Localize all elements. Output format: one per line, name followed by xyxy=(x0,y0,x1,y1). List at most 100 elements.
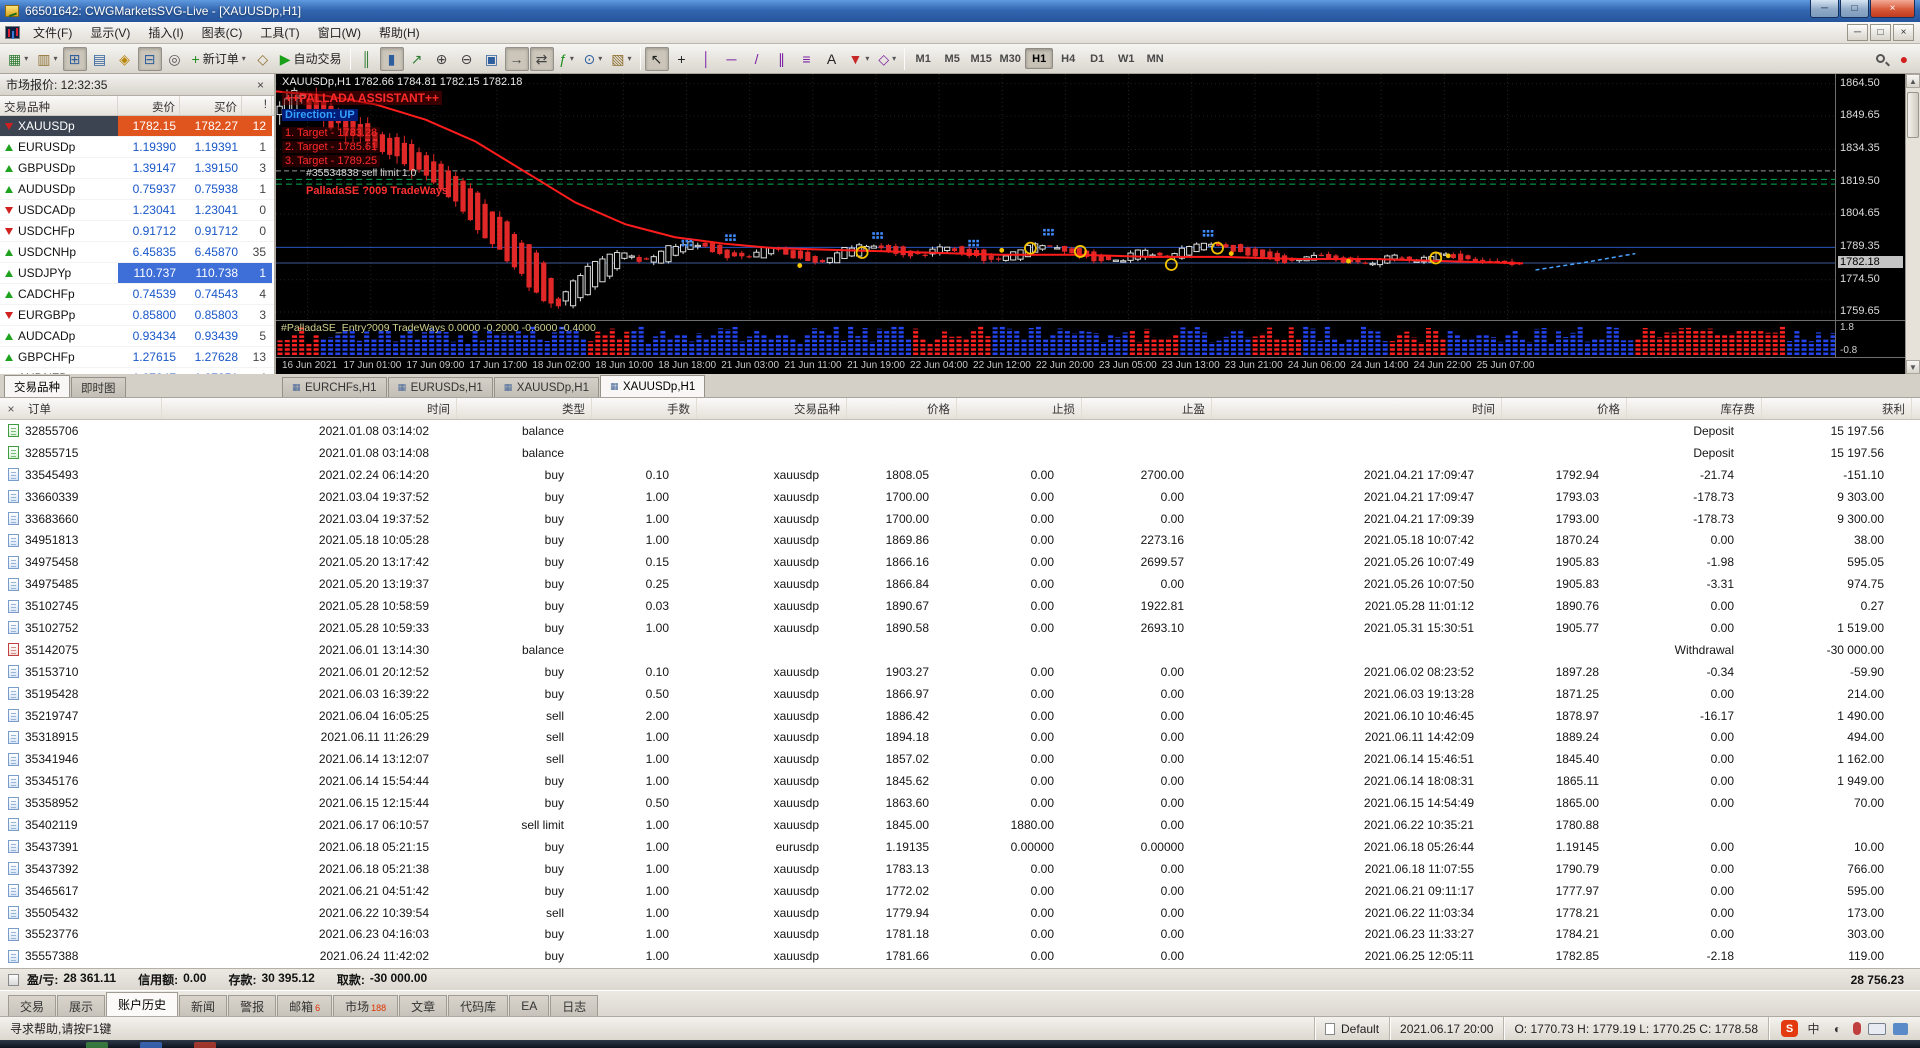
history-row-35195428[interactable]: 35195428 2021.06.03 16:39:22 buy 0.50 xauusd… xyxy=(0,683,1920,705)
line-chart-button[interactable]: ↗ xyxy=(405,47,429,71)
minimize-button[interactable]: ─ xyxy=(1810,0,1839,18)
history-row-35437392[interactable]: 35437392 2021.06.18 05:21:38 buy 1.00 xauusd… xyxy=(0,858,1920,880)
new-chart-button[interactable]: ▦ ▾ xyxy=(4,47,32,71)
title-bar[interactable]: 66501642: CWGMarketsSVG-Live - [XAUUSDp,… xyxy=(0,0,1920,22)
history-row-35358952[interactable]: 35358952 2021.06.15 12:15:44 buy 0.50 xauusd… xyxy=(0,792,1920,814)
status-profile[interactable]: Default xyxy=(1315,1017,1391,1040)
market-watch-column-2[interactable]: 买价 xyxy=(180,96,242,115)
restore-button[interactable]: □ xyxy=(1840,0,1869,18)
history-column-1[interactable]: 时间 xyxy=(162,398,457,419)
search-button[interactable] xyxy=(1868,47,1892,71)
fibonacci-button[interactable]: ≡ xyxy=(795,47,819,71)
history-row-34951813[interactable]: 34951813 2021.05.18 10:05:28 buy 1.00 xauusd… xyxy=(0,529,1920,551)
profiles-button[interactable]: ▥ ▾ xyxy=(33,47,61,71)
symbol-row-USDCHFp[interactable]: USDCHFp 0.91712 0.91712 0 xyxy=(0,221,274,242)
terminal-tab-交易[interactable]: 交易 xyxy=(8,995,57,1016)
history-row-35318915[interactable]: 35318915 2021.06.11 11:26:29 sell 1.00 xauus… xyxy=(0,726,1920,748)
terminal-tab-市场[interactable]: 市场 188 xyxy=(333,995,399,1016)
history-column-7[interactable]: 止盈 xyxy=(1082,398,1212,419)
history-row-34975458[interactable]: 34975458 2021.05.20 13:17:42 buy 0.15 xauusd… xyxy=(0,551,1920,573)
menu-item-6[interactable]: 帮助(H) xyxy=(370,21,429,44)
ime-toolbox-icon[interactable] xyxy=(1893,1022,1908,1035)
metaeditor-button[interactable]: ◇ xyxy=(251,47,275,71)
cursor-button[interactable]: ↖ xyxy=(644,46,669,71)
symbol-row-EURGBPp[interactable]: EURGBPp 0.85800 0.85803 3 xyxy=(0,305,274,326)
indicator-axis[interactable]: 1.8 -0.8 xyxy=(1835,320,1905,357)
mic-icon[interactable] xyxy=(1853,1022,1861,1035)
history-column-4[interactable]: 交易品种 xyxy=(697,398,847,419)
arrows-button[interactable]: ▼ ▾ xyxy=(845,47,874,71)
chart-shift-button[interactable]: ⇄ xyxy=(529,46,554,71)
market-watch-column-1[interactable]: 卖价 xyxy=(118,96,180,115)
timeframe-H4-button[interactable]: H4 xyxy=(1054,48,1082,69)
market-watch-tab-即时图[interactable]: 即时图 xyxy=(71,377,126,397)
timeframe-M15-button[interactable]: M15 xyxy=(967,48,995,69)
child-close-button[interactable]: × xyxy=(1893,24,1914,41)
zoom-in-button[interactable]: ⊕ xyxy=(430,47,454,71)
child-restore-button[interactable]: □ xyxy=(1870,24,1891,41)
market-watch-tab-交易品种[interactable]: 交易品种 xyxy=(4,375,70,397)
timeframe-M5-button[interactable]: M5 xyxy=(938,48,966,69)
symbol-row-EURUSDp[interactable]: EURUSDp 1.19390 1.19391 1 xyxy=(0,137,274,158)
scrollbar-track[interactable] xyxy=(1906,88,1920,360)
history-row-34975485[interactable]: 34975485 2021.05.20 13:19:37 buy 0.25 xauusd… xyxy=(0,573,1920,595)
terminal-button[interactable]: ⊟ xyxy=(137,46,162,71)
scroll-up-icon[interactable]: ▲ xyxy=(1906,74,1920,88)
chart-tab-3[interactable]: ▦ XAUUSDp,H1 xyxy=(600,375,706,397)
symbol-row-GBPCHFp[interactable]: GBPCHFp 1.27615 1.27628 13 xyxy=(0,347,274,368)
bar-chart-button[interactable]: ║ xyxy=(355,47,379,71)
crosshair-button[interactable]: + xyxy=(670,47,694,71)
new-order-button[interactable]: + 新订单 ▾ xyxy=(188,47,250,71)
history-row-33545493[interactable]: 33545493 2021.02.24 06:14:20 buy 0.10 xauusd… xyxy=(0,464,1920,486)
sogou-icon[interactable]: S xyxy=(1781,1020,1798,1037)
market-watch-column-0[interactable]: 交易品种 xyxy=(0,96,118,115)
terminal-tab-账户历史[interactable]: 账户历史 xyxy=(106,992,179,1016)
taskbar-item[interactable] xyxy=(140,1042,162,1048)
horizontal-line-button[interactable]: ─ xyxy=(720,47,744,71)
history-row-33683660[interactable]: 33683660 2021.03.04 19:37:52 buy 1.00 xauusd… xyxy=(0,508,1920,530)
chart-tab-1[interactable]: ▦ EURUSDs,H1 xyxy=(387,377,493,397)
history-row-35142075[interactable]: 35142075 2021.06.01 13:14:30 balance Withdr… xyxy=(0,639,1920,661)
menu-item-5[interactable]: 窗口(W) xyxy=(309,21,370,44)
history-column-6[interactable]: 止损 xyxy=(957,398,1082,419)
history-row-32855706[interactable]: 32855706 2021.01.08 03:14:02 balance Deposi… xyxy=(0,420,1920,442)
history-column-8[interactable]: 时间 xyxy=(1212,398,1502,419)
timeframe-M30-button[interactable]: M30 xyxy=(996,48,1024,69)
trendline-button[interactable]: / xyxy=(745,47,769,71)
symbol-row-USDJPYp[interactable]: USDJPYp 110.737 110.738 1 xyxy=(0,263,274,284)
terminal-tab-文章[interactable]: 文章 xyxy=(399,995,448,1016)
history-row-35465617[interactable]: 35465617 2021.06.21 04:51:42 buy 1.00 xauusd… xyxy=(0,880,1920,902)
taskbar-strip[interactable] xyxy=(0,1040,1920,1048)
taskbar-item[interactable] xyxy=(194,1042,216,1048)
history-row-35153710[interactable]: 35153710 2021.06.01 20:12:52 buy 0.10 xauusd… xyxy=(0,661,1920,683)
symbol-row-AUDCADp[interactable]: AUDCADp 0.93434 0.93439 5 xyxy=(0,326,274,347)
shapes-button[interactable]: ◇ ▾ xyxy=(874,47,900,71)
symbol-row-GBPUSDp[interactable]: GBPUSDp 1.39147 1.39150 3 xyxy=(0,158,274,179)
history-row-32855715[interactable]: 32855715 2021.01.08 03:14:08 balance Deposi… xyxy=(0,442,1920,464)
keyboard-icon[interactable] xyxy=(1868,1022,1886,1035)
market-watch-close-icon[interactable]: × xyxy=(253,77,268,92)
panel-close-icon[interactable]: × xyxy=(0,402,22,416)
menu-item-2[interactable]: 插入(I) xyxy=(139,21,192,44)
history-column-5[interactable]: 价格 xyxy=(847,398,957,419)
text-button[interactable]: A xyxy=(820,47,844,71)
scrollbar-thumb[interactable] xyxy=(1907,92,1919,138)
indicator-pane[interactable]: #PalladaSE_Entry?009 TradeWays 0.0000 -0… xyxy=(276,320,1835,357)
market-watch-header[interactable]: 市场报价: 12:32:35 × xyxy=(0,74,274,96)
scroll-down-icon[interactable]: ▼ xyxy=(1906,360,1920,374)
strategy-tester-button[interactable]: ◎ xyxy=(163,47,187,71)
chart-tab-2[interactable]: ▦ XAUUSDp,H1 xyxy=(493,377,599,397)
history-row-35437391[interactable]: 35437391 2021.06.18 05:21:15 buy 1.00 eurusd… xyxy=(0,836,1920,858)
history-row-35102752[interactable]: 35102752 2021.05.28 10:59:33 buy 1.00 xauusd… xyxy=(0,617,1920,639)
close-button[interactable]: × xyxy=(1870,0,1915,18)
halfwidth-icon[interactable]: ◐ xyxy=(1829,1020,1846,1037)
terminal-tab-邮箱[interactable]: 邮箱 6 xyxy=(277,995,333,1016)
timeframe-MN-button[interactable]: MN xyxy=(1141,48,1169,69)
periods-button[interactable]: ⊙ ▾ xyxy=(580,47,607,71)
chart-tab-0[interactable]: ▦ EURCHFs,H1 xyxy=(282,377,387,397)
history-column-2[interactable]: 类型 xyxy=(457,398,592,419)
history-row-35523776[interactable]: 35523776 2021.06.23 04:16:03 buy 1.00 xauusd… xyxy=(0,923,1920,945)
tile-windows-button[interactable]: ▣ xyxy=(480,47,504,71)
taskbar-item[interactable] xyxy=(86,1042,108,1048)
terminal-tab-日志[interactable]: 日志 xyxy=(550,995,599,1016)
